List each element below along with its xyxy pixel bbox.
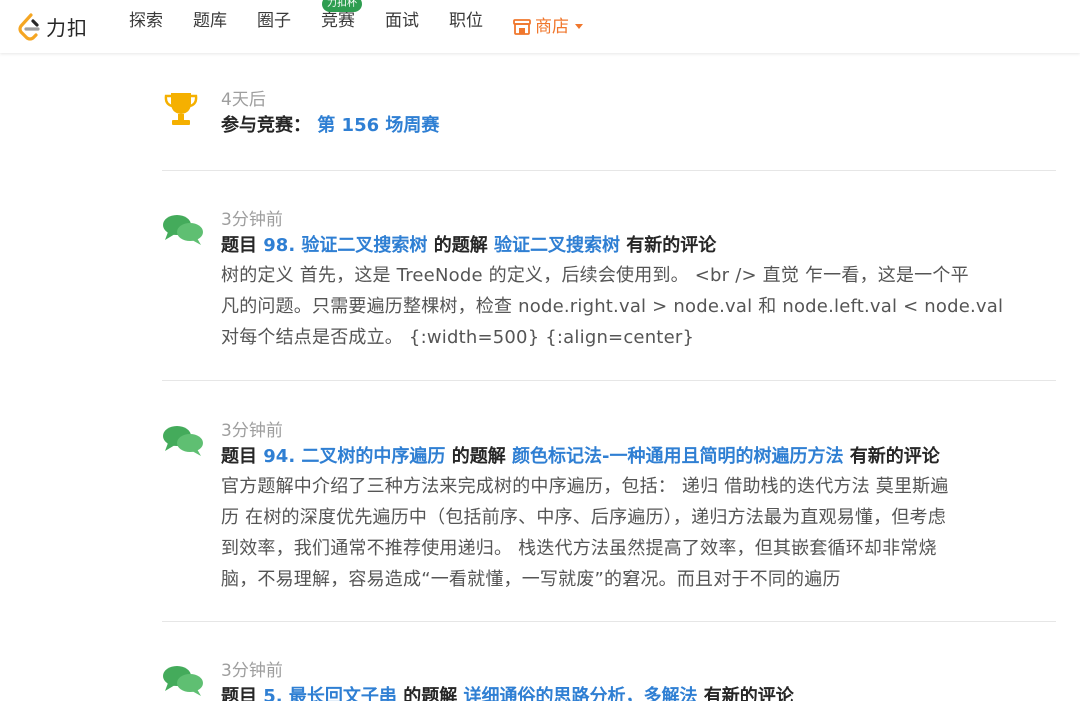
list-item: 3分钟前 题目 94. 二叉树的中序遍历 的题解 颜色标记法-一种通用且简明的树…	[162, 414, 1056, 624]
comment-bubbles-icon	[163, 666, 203, 696]
nav-item-problems[interactable]: 题库	[178, 0, 242, 53]
comment-preview[interactable]: 树的定义 首先，这是 TreeNode 的定义，后续会使用到。 <br /> 直…	[221, 260, 1056, 353]
list-item: 3分钟前 题目 5. 最长回文子串 的题解 详细通俗的思路分析，多解法 有新的评…	[162, 654, 1056, 701]
comment-line: 脑，不易理解，容易造成“一看就懂，一写就废”的窘况。而且对于不同的遍历	[221, 569, 841, 590]
nav-item-contest[interactable]: 力扣杯 竞赛	[306, 0, 370, 53]
nav-item-label: 竞赛	[321, 11, 355, 31]
nav-item-label: 题库	[193, 11, 227, 31]
comment-line: 历 在树的深度优先遍历中（包括前序、中序、后序遍历），递归方法最为直观易懂，但考…	[221, 507, 946, 528]
nav-item-interview[interactable]: 面试	[370, 0, 434, 53]
nav-item-jobs[interactable]: 职位	[434, 0, 498, 53]
contest-title: 参与竞赛： 第 156 场周赛	[221, 111, 439, 137]
contest-prefix: 参与竞赛：	[221, 115, 311, 136]
comment-line: 凡的问题。只需要遍历整棵树，检查 node.right.val > node.v…	[221, 296, 1004, 317]
item-time: 3分钟前	[221, 421, 283, 441]
divider	[162, 170, 1056, 171]
problem-link[interactable]: 5. 最长回文子串	[263, 686, 397, 701]
contest-time: 4天后	[221, 90, 266, 110]
comment-bubbles-icon	[163, 215, 203, 245]
item-title: 题目 5. 最长回文子串 的题解 详细通俗的思路分析，多解法 有新的评论	[221, 682, 794, 701]
comment-bubbles-icon	[163, 426, 203, 456]
nav-store-label: 商店	[535, 16, 569, 37]
label-solution: 的题解	[403, 686, 458, 701]
nav-item-label: 圈子	[257, 11, 291, 31]
list-item: 3分钟前 题目 98. 验证二叉搜索树 的题解 验证二叉搜索树 有新的评论 树的…	[162, 203, 1056, 353]
divider	[162, 621, 1056, 622]
nav-item-label: 职位	[449, 11, 483, 31]
label-solution: 的题解	[451, 446, 506, 467]
nav-item-explore[interactable]: 探索	[114, 0, 178, 53]
nav-item-circle[interactable]: 圈子	[242, 0, 306, 53]
leetcode-logo-icon	[18, 12, 40, 41]
label-problem: 题目	[221, 235, 257, 256]
store-icon	[513, 19, 531, 35]
comment-line: 树的定义 首先，这是 TreeNode 的定义，后续会使用到。 <br /> 直…	[221, 265, 969, 286]
nav-item-store[interactable]: 商店	[498, 0, 598, 53]
problem-link[interactable]: 98. 验证二叉搜索树	[263, 235, 427, 256]
label-suffix: 有新的评论	[626, 235, 717, 256]
solution-link[interactable]: 验证二叉搜索树	[494, 235, 620, 256]
nav-item-label: 探索	[129, 11, 163, 31]
chevron-down-icon	[575, 24, 583, 29]
divider	[162, 380, 1056, 381]
problem-link[interactable]: 94. 二叉树的中序遍历	[263, 446, 445, 467]
label-problem: 题目	[221, 446, 257, 467]
comment-line: 对每个结点是否成立。 {:width=500} {:align=center}	[221, 327, 695, 348]
solution-link[interactable]: 详细通俗的思路分析，多解法	[463, 686, 697, 701]
comment-line: 官方题解中介绍了三种方法来完成树的中序遍历，包括： 递归 借助栈的迭代方法 莫里…	[221, 476, 949, 497]
trophy-icon	[164, 93, 198, 125]
label-problem: 题目	[221, 686, 257, 701]
top-navbar: 力扣 探索 题库 圈子 力扣杯 竞赛 面试 职位 商店	[0, 0, 1080, 53]
comment-preview[interactable]: 官方题解中介绍了三种方法来完成树的中序遍历，包括： 递归 借助栈的迭代方法 莫里…	[221, 471, 1056, 595]
nav-links: 探索 题库 圈子 力扣杯 竞赛 面试 职位 商店	[114, 0, 598, 53]
comment-line: 到效率，我们通常不推荐使用递归。 栈迭代方法虽然提高了效率，但其嵌套循环却非常烧	[221, 538, 937, 559]
nav-item-label: 面试	[385, 11, 419, 31]
item-time: 3分钟前	[221, 210, 283, 230]
item-title: 题目 98. 验证二叉搜索树 的题解 验证二叉搜索树 有新的评论	[221, 231, 716, 257]
contest-notice: 4天后 参与竞赛： 第 156 场周赛	[162, 83, 1056, 143]
label-suffix: 有新的评论	[849, 446, 940, 467]
solution-link[interactable]: 颜色标记法-一种通用且简明的树遍历方法	[512, 446, 843, 467]
item-title: 题目 94. 二叉树的中序遍历 的题解 颜色标记法-一种通用且简明的树遍历方法 …	[221, 442, 940, 468]
label-solution: 的题解	[433, 235, 488, 256]
label-suffix: 有新的评论	[703, 686, 794, 701]
logo-text: 力扣	[46, 16, 88, 40]
logo[interactable]: 力扣	[16, 7, 96, 47]
contest-badge: 力扣杯	[322, 0, 362, 12]
contest-link[interactable]: 第 156 场周赛	[317, 115, 439, 136]
item-time: 3分钟前	[221, 661, 283, 681]
